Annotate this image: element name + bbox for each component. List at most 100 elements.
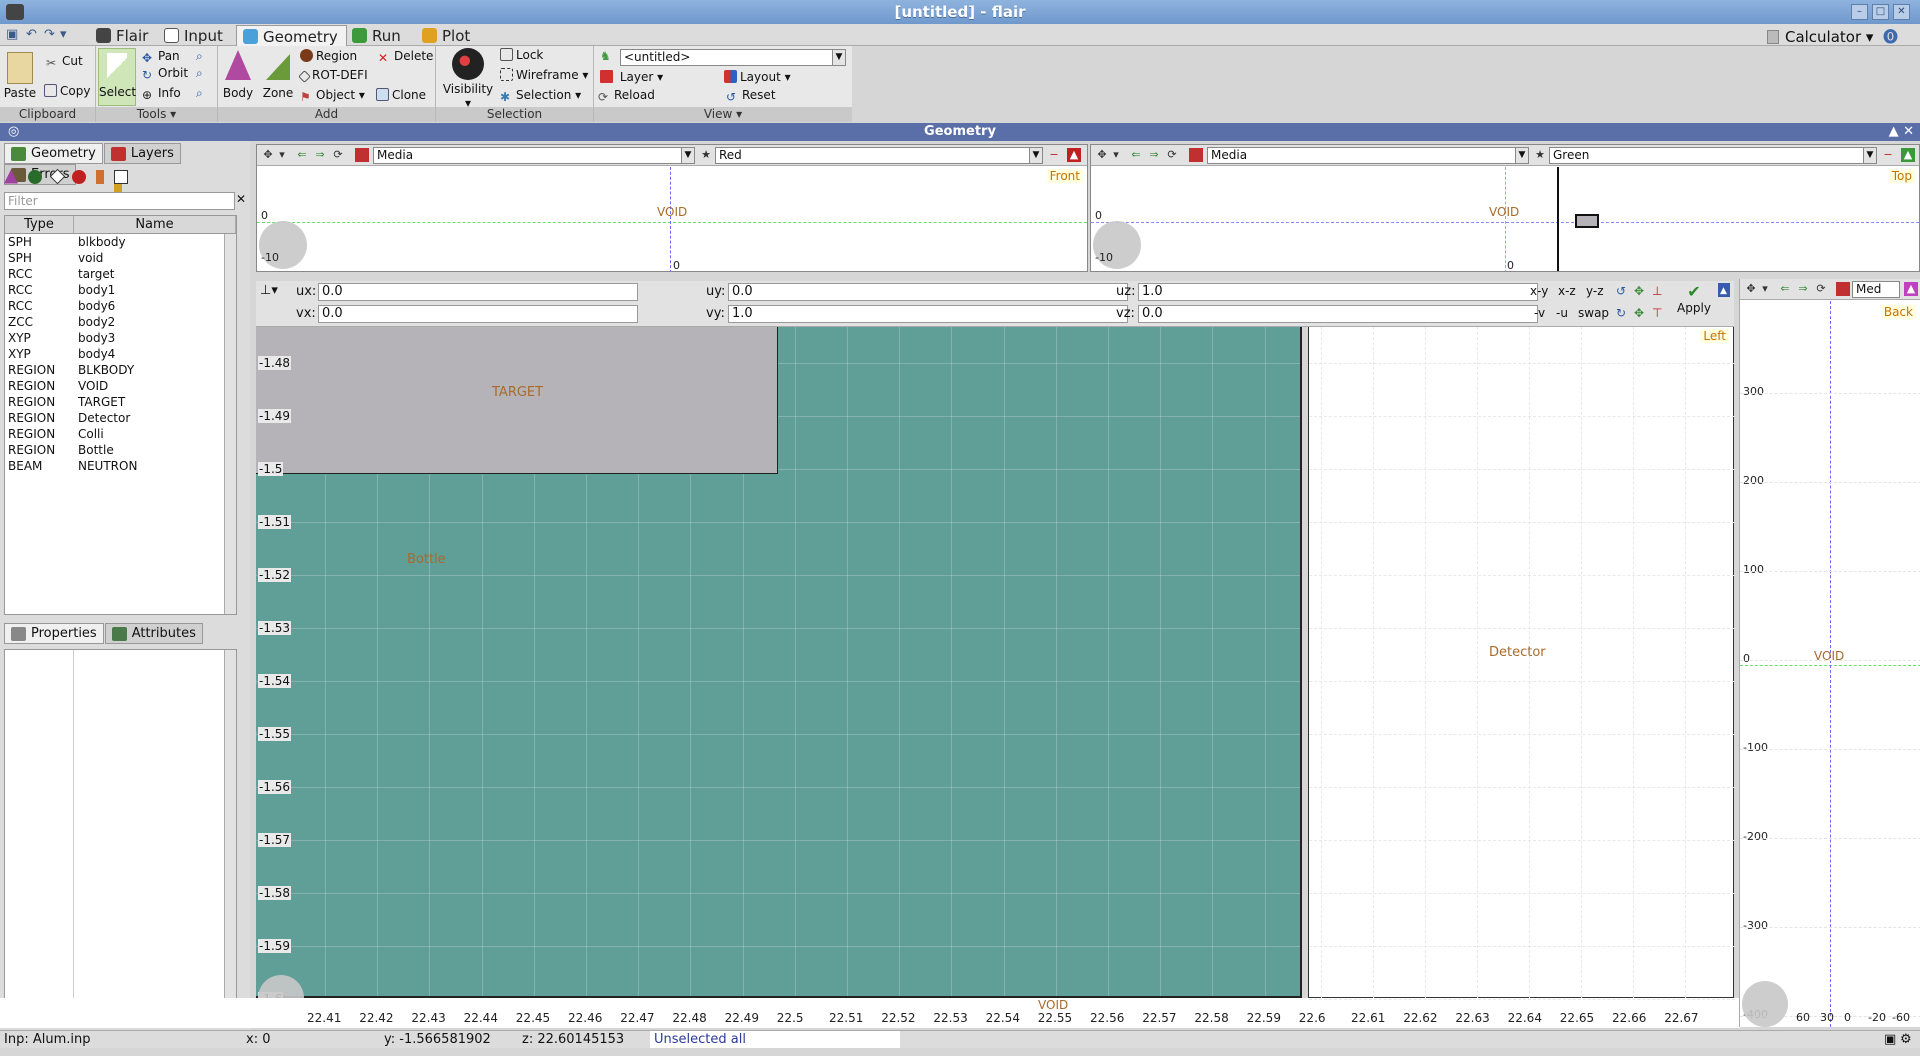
table-row[interactable]: RCC target [5,266,236,282]
rotate-icon[interactable]: ↺ [1614,283,1628,301]
back-layer-combo[interactable]: Med [1852,281,1900,298]
table-row[interactable]: ZCC body2 [5,314,236,330]
move-icon[interactable]: ✥ [1095,148,1109,162]
neg-v-button[interactable]: -v [1532,305,1547,323]
translate-back-icon[interactable]: ✥ [1632,305,1646,323]
frame-controls[interactable]: ▲ ✕ [1889,123,1914,141]
settings-icon[interactable]: ⚙ [1900,1031,1912,1048]
zoom-in-icon[interactable]: ⌕ [196,49,203,64]
rotate-back-icon[interactable]: ↻ [1614,305,1628,323]
object-button[interactable]: ⚑ Object ▾ [300,88,365,104]
vz-field[interactable]: 0.0 [1138,305,1538,323]
table-scrollbar[interactable] [224,234,236,614]
front-viewport[interactable]: ✥ ▾ ⇐ ⇒ ⟳ Media ▼ ★ Red ▼ − ▲ Front VOID 0… [256,144,1088,272]
front-layer-combo[interactable]: Media ▼ [373,147,695,164]
vy-field[interactable]: 1.0 [728,305,1128,323]
filter-input[interactable]: Filter [4,192,235,210]
table-row[interactable]: BEAM NEUTRON [5,458,236,474]
tab-plot[interactable]: Plot [416,25,478,46]
star-icon[interactable]: ★ [1533,148,1547,162]
terminal-icon[interactable]: ▣ [1884,1031,1896,1048]
info-button[interactable]: ⊕ Info [142,86,181,102]
close-button[interactable]: ✕ [1893,4,1910,20]
swap-button[interactable]: swap [1576,305,1611,323]
minus-icon[interactable]: − [1881,148,1895,162]
chevron-down-icon[interactable]: ▾ [275,148,289,162]
refresh-icon[interactable]: ⟳ [1814,282,1828,296]
pan-button[interactable]: ✥ Pan [142,49,180,65]
clone-button[interactable]: Clone [376,88,426,102]
minus-icon[interactable]: − [1047,148,1061,162]
tab-attributes[interactable]: Attributes [104,623,203,644]
tab-properties[interactable]: Properties [4,623,104,644]
xz-button[interactable]: x-z [1556,283,1578,301]
region-button[interactable]: Region [300,49,357,63]
yz-button[interactable]: y-z [1584,283,1606,301]
rotdefi-button[interactable]: ROT-DEFI [298,68,368,83]
move-icon[interactable]: ✥ [261,148,275,162]
table-row[interactable]: SPH void [5,250,236,266]
delete-button[interactable]: ✕ Delete [378,49,433,65]
undo-icon[interactable]: ↶ [26,27,37,42]
table-row[interactable]: RCC body6 [5,298,236,314]
zoom-fit-icon[interactable]: ⌕ [196,86,203,101]
top-color-combo[interactable]: Green ▼ [1549,147,1877,164]
reload-button[interactable]: ⟳ Reload [598,88,655,104]
star-icon[interactable]: ★ [699,148,713,162]
copy-button[interactable]: Copy [44,84,90,98]
back-icon[interactable]: ⇐ [1129,148,1143,162]
uz-field[interactable]: 1.0 [1138,283,1538,301]
left-viewport[interactable]: Left Detector [1308,327,1735,1000]
beam-icon[interactable] [96,169,105,184]
properties-scrollbar[interactable] [224,650,236,1024]
help-icon[interactable]: ⓿ [1883,28,1898,46]
forward-icon[interactable]: ⇒ [1147,148,1161,162]
clear-filter-icon[interactable]: ✕ [236,192,248,210]
table-row[interactable]: REGION VOID [5,378,236,394]
ux-field[interactable]: 0.0 [318,283,638,301]
chevron-down-icon[interactable]: ▾ [1109,148,1123,162]
vx-field[interactable]: 0.0 [318,305,638,323]
tab-geometry-list[interactable]: Geometry [4,143,103,164]
cut-button[interactable]: ✂ Cut [46,54,83,70]
layout-button[interactable]: Layout ▾ [724,70,791,84]
lock-button[interactable]: Lock [500,48,543,62]
back-icon[interactable]: ⇐ [295,148,309,162]
maximize-button[interactable]: □ [1872,4,1889,20]
select-button[interactable]: Select [98,48,136,106]
minimize-button[interactable]: – [1851,4,1868,20]
table-row[interactable]: XYP body3 [5,330,236,346]
tab-geometry[interactable]: Geometry [236,25,347,46]
maximize-view-icon[interactable]: ▲ [1901,148,1915,162]
tab-run[interactable]: Run [346,25,409,46]
back-icon[interactable]: ⇐ [1778,282,1792,296]
table-row[interactable]: REGION TARGET [5,394,236,410]
uy-field[interactable]: 0.0 [728,283,1128,301]
forward-icon[interactable]: ⇒ [1796,282,1810,296]
table-row[interactable]: REGION Bottle [5,442,236,458]
tab-input[interactable]: Input [158,25,231,46]
xy-button[interactable]: x-y [1528,283,1550,301]
translate-icon[interactable]: ✥ [1632,283,1646,301]
regions-icon[interactable] [72,169,87,184]
maximize-view-icon[interactable]: ▲ [1904,282,1918,296]
maximize-view-icon[interactable]: ▲ [1067,148,1081,162]
zoom-out-icon[interactable]: ⌕ [196,66,203,81]
apply-button[interactable]: ✔ Apply [1674,283,1714,321]
front-color-combo[interactable]: Red ▼ [715,147,1043,164]
view-label[interactable]: View ▾ [594,107,852,122]
tab-layers[interactable]: Layers [103,143,181,164]
neg-u-button[interactable]: -u [1554,305,1570,323]
axes-icon[interactable]: ⊥▾ [260,283,278,298]
refresh-icon[interactable]: ⟳ [331,148,345,162]
column-name[interactable]: Name [74,216,236,233]
collapse-editor-icon[interactable]: ▲ [1718,283,1730,297]
align-icon[interactable]: ⊥ [1650,283,1664,301]
wireframe-button[interactable]: Wireframe ▾ [500,68,588,82]
bodies-icon[interactable] [4,169,18,184]
reset-button[interactable]: ↺ Reset [726,88,776,104]
selection-button[interactable]: ✱ Selection ▾ [500,88,581,104]
chevron-down-icon[interactable]: ▾ [1758,282,1772,296]
frame-menu-icon[interactable]: ◎ [8,123,19,141]
align-back-icon[interactable]: ⊤ [1650,305,1664,323]
